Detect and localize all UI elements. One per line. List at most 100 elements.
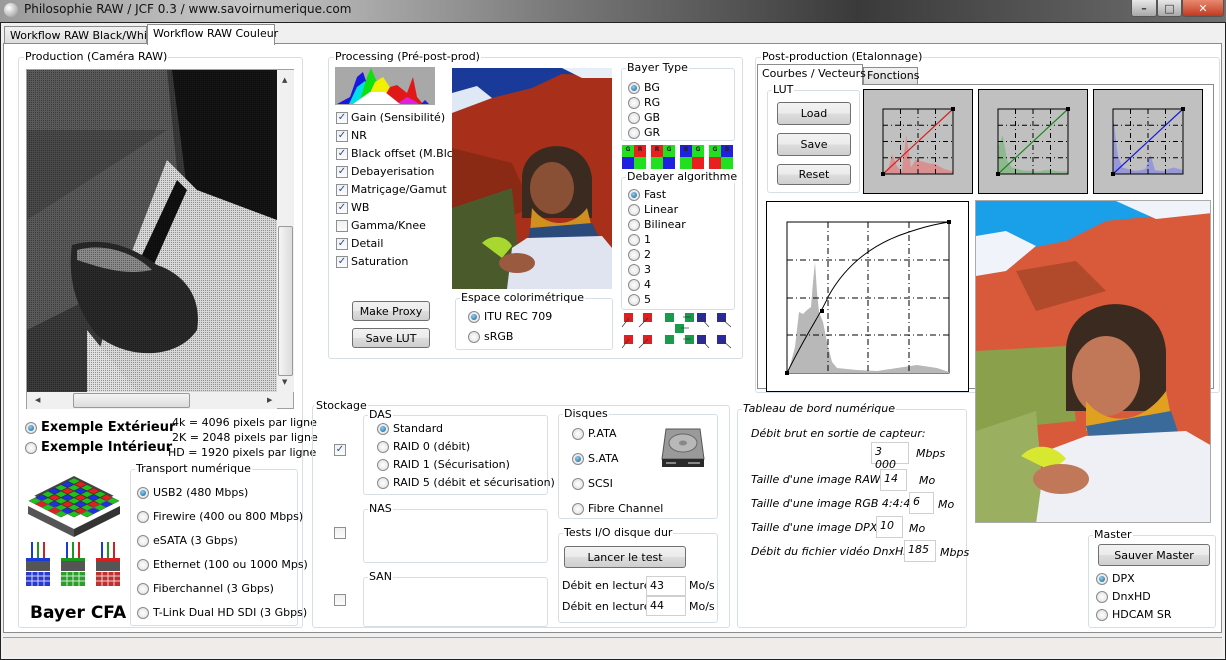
vertical-scrollbar[interactable]: ▲ ▼ [277,70,294,392]
radio-transport-usb2-480-mbps[interactable]: USB2 (480 Mbps) [137,486,248,499]
san-group: SAN [363,570,548,627]
radio-transport-ethernet-100-ou-1000-mps[interactable]: Ethernet (100 ou 1000 Mps) [137,558,308,571]
vertical-scroll-thumb[interactable] [278,226,293,376]
tab-workflow-couleur[interactable]: Workflow RAW Couleur [147,24,278,45]
radio-debayer-linear[interactable]: Linear [628,203,678,216]
checkbox-indicator: ✓ [336,255,348,268]
green-curve-editor[interactable] [978,89,1088,194]
radio-das-raid-0-d-bit[interactable]: RAID 0 (débit) [377,440,470,453]
checkbox-gain-sensibilit[interactable]: ✓ Gain (Sensibilité) [336,111,445,124]
radio-das-raid-5-d-bit-et-s-curisation[interactable]: RAID 5 (débit et sécurisation) [377,476,555,489]
san-checkbox[interactable] [334,594,349,606]
checkbox-detail[interactable]: ✓ Detail [336,237,383,250]
radio-master-dpx[interactable]: DPX [1096,572,1135,585]
radio-label: Bilinear [644,218,686,231]
radio-bayer-rg[interactable]: RG [628,96,660,109]
radio-srgb[interactable]: sRGB [468,330,513,343]
radio-indicator [628,293,640,306]
status-bar [3,637,1222,657]
checkbox-debayerisation[interactable]: ✓ Debayerisation [336,165,434,178]
radio-indicator [628,233,640,246]
radio-das-raid-1-s-curisation[interactable]: RAID 1 (Sécurisation) [377,458,510,471]
dpx-size-field[interactable]: 10 [876,516,903,538]
radio-bayer-bg[interactable]: BG [628,81,660,94]
radio-bayer-gr[interactable]: GR [628,126,660,139]
checkbox-wb[interactable]: ✓ WB [336,201,369,214]
checkbox-black-offset-m-blck[interactable]: ✓ Black offset (M.Blck) [336,147,463,160]
minimize-button[interactable]: – [1131,0,1157,17]
blue-curve-editor[interactable] [1093,89,1203,194]
radio-itu-rec-709[interactable]: ITU REC 709 [468,310,552,323]
checkbox-indicator [336,219,348,232]
radio-disk-s-ata[interactable]: S.ATA [572,452,619,465]
scroll-up-icon[interactable]: ▲ [282,76,287,84]
radio-disk-fibre-channel[interactable]: Fibre Channel [572,502,663,515]
radio-debayer-5[interactable]: 5 [628,293,651,306]
checkbox-gamma-knee[interactable]: Gamma/Knee [336,219,426,232]
dnxhd-rate-field[interactable]: 185 [904,540,936,562]
title-bar[interactable]: Philosophie RAW / JCF 0.3 / www.savoirnu… [0,0,1226,22]
lut-save-button[interactable]: Save [777,133,851,156]
master-curve-editor[interactable] [766,201,969,392]
tab-courbes-vecteurs[interactable]: Courbes / Vecteurs [757,64,866,85]
rgb-size-field[interactable]: 6 [909,492,934,514]
curve-control-point [996,172,1000,176]
radio-debayer-bilinear[interactable]: Bilinear [628,218,686,231]
radio-indicator [468,310,480,323]
radio-exemple-exterieur[interactable]: Exemple Extérieur [25,420,175,435]
radio-indicator [1096,572,1108,585]
read-rate-field-2[interactable]: 44 [646,596,686,616]
raw-size-field[interactable]: 14 [880,469,907,491]
radio-debayer-2[interactable]: 2 [628,248,651,261]
horizontal-scroll-thumb[interactable] [73,393,190,408]
radio-debayer-4[interactable]: 4 [628,278,651,291]
checkbox-nr[interactable]: ✓ NR [336,129,367,142]
radio-label: RAID 5 (débit et sécurisation) [393,476,555,489]
radio-indicator [377,476,389,489]
radio-transport-t-link-dual-hd-sdi-3-gbps[interactable]: T-Link Dual HD SDI (3 Gbps) [137,606,307,619]
maximize-button[interactable]: □ [1157,0,1182,17]
checkbox-saturation[interactable]: ✓ Saturation [336,255,408,268]
scroll-down-icon[interactable]: ▼ [282,378,287,386]
radio-label: SCSI [588,477,613,490]
scroll-right-icon[interactable]: ▶ [267,396,272,404]
make-proxy-button[interactable]: Make Proxy [352,301,430,321]
close-button[interactable]: ✕ [1182,0,1224,17]
san-title: SAN [368,570,393,583]
radio-transport-fiberchannel-3-gbps[interactable]: Fiberchannel (3 Gbps) [137,582,274,595]
radio-label: Fiberchannel (3 Gbps) [153,582,274,595]
nas-checkbox[interactable] [334,527,349,539]
radio-debayer-1[interactable]: 1 [628,233,651,246]
radio-master-hdcam-sr[interactable]: HDCAM SR [1096,608,1172,621]
bayer-cell: G [663,145,675,157]
radio-transport-esata-3-gbps[interactable]: eSATA (3 Gbps) [137,534,238,547]
radio-master-dnxhd[interactable]: DnxHD [1096,590,1151,603]
radio-debayer-fast[interactable]: Fast [628,188,666,201]
bayer-pattern-3: GB [709,145,733,169]
lut-reset-button[interactable]: Reset [777,164,851,185]
radio-label: BG [644,81,660,94]
radio-disk-scsi[interactable]: SCSI [572,477,613,490]
bayer-cell: G [622,145,634,157]
horizontal-scrollbar[interactable]: ◀ ▶ [27,392,277,409]
tab-workflow-bw[interactable]: Workflow RAW Black/White [4,26,158,44]
radio-exemple-interieur[interactable]: Exemple Intérieur [25,440,172,455]
radio-debayer-3[interactable]: 3 [628,263,651,276]
save-lut-button[interactable]: Save LUT [352,328,430,348]
raw-image-viewer[interactable]: ▲ ▼ ◀ ▶ [26,69,294,409]
read-rate-field-1[interactable]: 43 [646,576,686,596]
curve-control-point [1111,172,1115,176]
radio-das-standard[interactable]: Standard [377,422,443,435]
das-checkbox[interactable]: ✓ [334,444,349,456]
radio-bayer-gb[interactable]: GB [628,111,660,124]
radio-disk-p-ata[interactable]: P.ATA [572,427,616,440]
tab-fonctions[interactable]: Fonctions [863,67,920,84]
checkbox-matri-age-gamut[interactable]: ✓ Matriçage/Gamut [336,183,447,196]
save-master-button[interactable]: Sauver Master [1098,544,1210,566]
radio-transport-firewire-400-ou-800-mbps[interactable]: Firewire (400 ou 800 Mbps) [137,510,303,523]
scroll-left-icon[interactable]: ◀ [35,396,40,404]
run-test-button[interactable]: Lancer le test [564,546,686,568]
lut-load-button[interactable]: Load [777,102,851,125]
sensor-rate-field[interactable]: 3 000 [871,442,909,471]
red-curve-editor[interactable] [863,89,973,194]
